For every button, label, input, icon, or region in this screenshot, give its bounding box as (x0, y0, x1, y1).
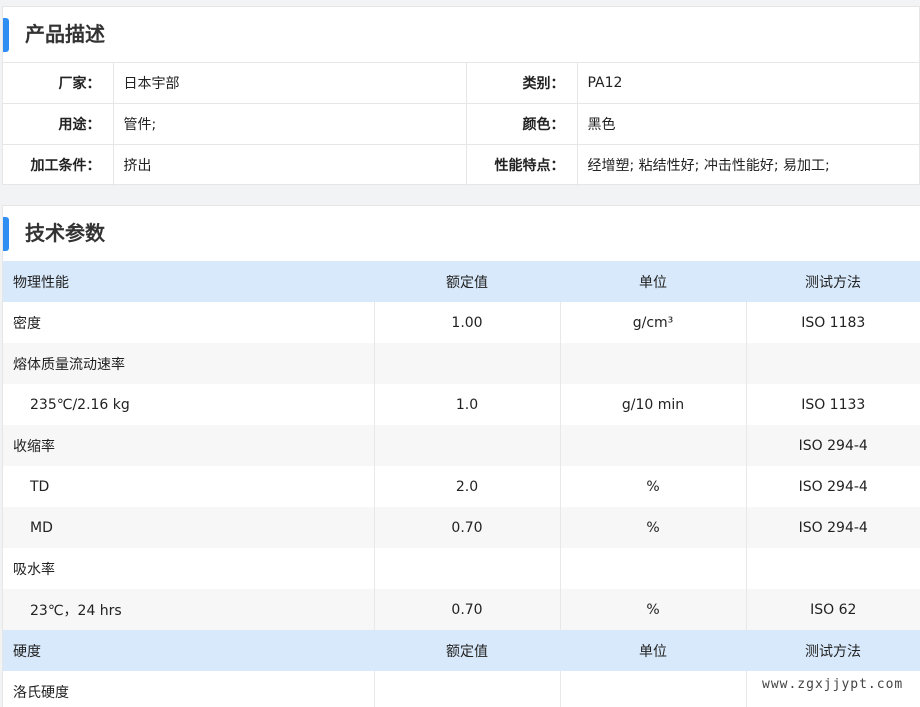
unit-cell: g/10 min (560, 384, 747, 425)
unit-cell (560, 548, 747, 589)
description-value: 挤出 (113, 144, 467, 186)
test-method-cell: ISO 1183 (801, 314, 866, 331)
test-method-cell: ISO 294-4 (746, 507, 920, 548)
section-accent-bar (3, 217, 9, 251)
unit-cell (560, 343, 747, 384)
description-label: 性能特点： (466, 144, 578, 186)
test-method-cell (746, 548, 920, 589)
table-row: 235℃/2.16 kg 1.0 g/10 min ISO 1133 (3, 384, 920, 425)
table-row: 23℃，24 hrs 0.70% ISO 62 (3, 589, 920, 630)
column-header: 额定值 (374, 261, 560, 302)
technical-parameters-title: 技术参数 (25, 221, 105, 245)
value-cell: 1.00 (374, 302, 561, 343)
table-row: 吸水率 (3, 548, 920, 589)
test-method-cell[interactable]: ISO 1133 (746, 384, 920, 425)
property-cell: 密度 (3, 302, 375, 343)
description-value: 经增塑; 粘结性好; 冲击性能好; 易加工; (577, 144, 919, 186)
unit-cell: % (560, 466, 747, 507)
column-header: 测试方法 (746, 261, 920, 302)
description-label: 用途： (3, 103, 114, 145)
description-value: 日本宇部 (113, 62, 467, 104)
table-row: 密度 1.00 g/cm³ ISO 1183 (3, 302, 920, 343)
description-value: 管件; (113, 103, 467, 145)
property-cell: 收缩率 (3, 425, 375, 466)
product-description-table: 厂家： 日本宇部 类别： PA12 用途： 管件; 颜色： 黑色 加工条件： 挤出 性能特点： 经增塑… (3, 62, 919, 186)
description-label: 颜色： (466, 103, 578, 145)
test-method-cell[interactable]: ISO 62 (746, 589, 920, 630)
test-method-cell: ISO 294-4 (798, 478, 868, 495)
technical-parameters-header: 技术参数 (3, 206, 920, 261)
section-accent-bar (3, 18, 9, 52)
watermark-text: www.zgxjjypt.com (762, 677, 904, 692)
column-header: 额定值 (374, 630, 560, 671)
value-cell (374, 671, 561, 707)
description-row: 厂家： 日本宇部 类别： PA12 (3, 62, 919, 104)
value-cell: 1.0 (374, 384, 561, 425)
test-method-cell (746, 343, 920, 384)
property-cell: 洛氏硬度 (3, 671, 375, 707)
description-value: PA12 (577, 62, 919, 104)
value-cell (374, 548, 561, 589)
table-row: MD 0.70% ISO 294-4 (3, 507, 920, 548)
unit-cell (560, 671, 747, 707)
property-cell: 235℃/2.16 kg (3, 384, 375, 425)
property-cell: TD (3, 466, 375, 507)
value-cell (374, 343, 561, 384)
table-row: 熔体质量流动速率 (3, 343, 920, 384)
column-header: 硬度 (3, 630, 374, 671)
technical-parameters-panel: 技术参数 物理性能 额定值 单位 测试方法 密度 1.00 g/cm³ ISO 1183 熔体质… (2, 205, 920, 707)
column-header: 测试方法 (746, 630, 920, 671)
test-method-cell: ISO 294-4 (746, 425, 920, 466)
property-cell: 熔体质量流动速率 (3, 343, 375, 384)
value-cell: 0.70 (374, 507, 561, 548)
technical-parameters-table: 物理性能 额定值 单位 测试方法 密度 1.00 g/cm³ ISO 1183 熔体质量流动速率… (3, 261, 920, 707)
value-cell (374, 425, 561, 466)
column-header: 单位 (560, 261, 746, 302)
product-description-title: 产品描述 (25, 22, 105, 46)
property-cell: 23℃，24 hrs (3, 589, 375, 630)
description-value: 黑色 (577, 103, 919, 145)
table-row: 收缩率 ISO 294-4 (3, 425, 920, 466)
table-header-row: 物理性能 额定值 单位 测试方法 (3, 261, 920, 302)
unit-cell: % (560, 507, 747, 548)
unit-cell: g/cm³ (560, 302, 747, 343)
unit-cell: % (560, 589, 747, 630)
column-header: 单位 (560, 630, 746, 671)
description-row: 用途： 管件; 颜色： 黑色 (3, 103, 919, 145)
description-label: 加工条件： (3, 144, 114, 186)
table-row: TD 2.0% ISO 294-4 (3, 466, 920, 507)
description-row: 加工条件： 挤出 性能特点： 经增塑; 粘结性好; 冲击性能好; 易加工; (3, 144, 919, 186)
table-header-row: 硬度 额定值 单位 测试方法 (3, 630, 920, 671)
product-description-header: 产品描述 (3, 7, 919, 62)
value-cell: 2.0 (374, 466, 561, 507)
product-description-panel: 产品描述 厂家： 日本宇部 类别： PA12 用途： 管件; 颜色： 黑色 加工条件： 挤出 性能特… (2, 6, 920, 186)
value-cell: 0.70 (374, 589, 561, 630)
column-header: 物理性能 (3, 261, 374, 302)
description-label: 厂家： (3, 62, 114, 104)
unit-cell (560, 425, 747, 466)
property-cell: MD (3, 507, 375, 548)
property-cell: 吸水率 (3, 548, 375, 589)
description-label: 类别： (466, 62, 578, 104)
